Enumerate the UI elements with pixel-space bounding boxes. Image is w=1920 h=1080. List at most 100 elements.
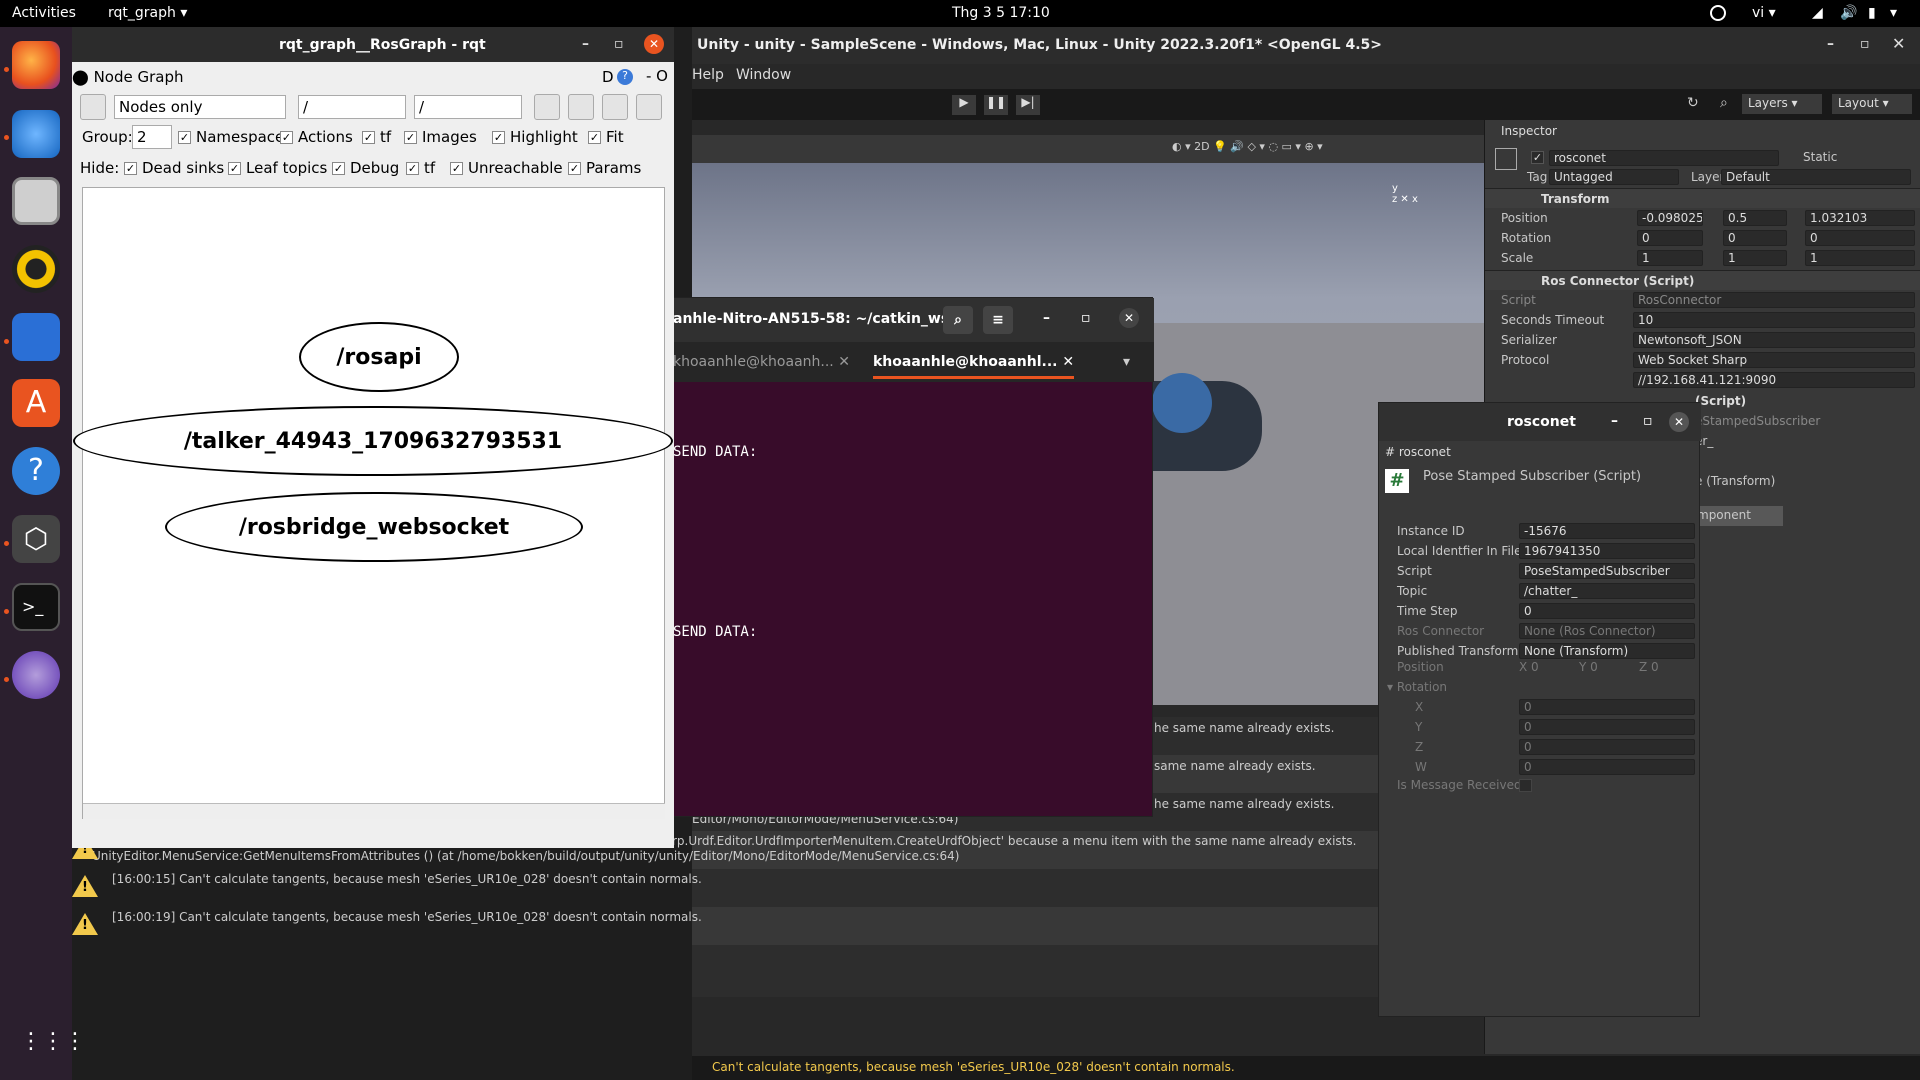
save-image-button[interactable] (636, 94, 662, 120)
option-checkbox[interactable]: ✓ (404, 131, 417, 144)
rotation-x[interactable]: 0 (1519, 699, 1695, 715)
graph-node[interactable]: /rosapi (299, 322, 459, 392)
scale-z[interactable]: 1 (1805, 250, 1915, 266)
step-button[interactable]: ▶| (1016, 95, 1040, 115)
rhythmbox-icon[interactable] (12, 245, 60, 293)
field-value[interactable]: PoseStampedSubscriber (1519, 563, 1695, 579)
hide-checkbox[interactable]: ✓ (228, 162, 241, 175)
position-y[interactable]: 0.5 (1723, 210, 1787, 226)
load-dot-button[interactable] (534, 94, 560, 120)
rotation-z[interactable]: 0 (1805, 230, 1915, 246)
scale-x[interactable]: 1 (1637, 250, 1703, 266)
close-button[interactable]: ✕ (1669, 412, 1689, 432)
maximize-button[interactable]: ▫ (1643, 413, 1653, 429)
serializer-dropdown[interactable]: Newtonsoft_JSON (1633, 332, 1915, 348)
terminal-icon[interactable]: >_ (12, 583, 60, 631)
graph-node[interactable]: /rosbridge_websocket (165, 492, 583, 562)
node-filter-input[interactable]: / (298, 95, 406, 119)
clock[interactable]: Thg 3 5 17:10 (952, 5, 1050, 21)
field-value[interactable]: 1967941350 (1519, 543, 1695, 559)
rotation-y[interactable]: 0 (1723, 230, 1787, 246)
save-dot-button[interactable] (568, 94, 594, 120)
horizontal-scrollbar[interactable] (83, 803, 665, 819)
server-url-field[interactable]: //192.168.41.121:9090 (1633, 372, 1915, 388)
accessibility-icon[interactable] (1710, 5, 1726, 21)
option-checkbox[interactable]: ✓ (492, 131, 505, 144)
rotation-z[interactable]: 0 (1519, 739, 1695, 755)
system-menu-icon[interactable]: ▾ (1890, 5, 1897, 21)
scene-gizmo-buttons[interactable]: ◐ ▾ 2D 💡 🔊 ◇ ▾ ◌ ▭ ▾ ⊕ ▾ (1172, 140, 1412, 158)
history-icon[interactable]: ↻ (1687, 95, 1699, 111)
maximize-button[interactable]: ▫ (1860, 36, 1870, 52)
dock-button[interactable]: D (602, 68, 614, 86)
app-grid-icon[interactable]: ⋮⋮⋮ (20, 1029, 86, 1061)
help-icon[interactable]: ? (12, 447, 60, 495)
help-icon[interactable]: ? (617, 69, 633, 85)
inspector-tab[interactable]: Inspector (1501, 124, 1557, 138)
maximize-button[interactable]: ▫ (1081, 310, 1091, 326)
hide-checkbox[interactable]: ✓ (406, 162, 419, 175)
status-message[interactable]: Can't calculate tangents, because mesh '… (712, 1060, 1235, 1074)
maximize-button[interactable]: ▫ (614, 36, 624, 52)
menu-icon[interactable]: ≡ (983, 306, 1013, 334)
minimize-button[interactable]: – (1043, 310, 1050, 326)
ros-connector-header[interactable]: Ros Connector (Script) (1485, 270, 1920, 290)
hide-checkbox[interactable]: ✓ (124, 162, 137, 175)
hide-checkbox[interactable]: ✓ (450, 162, 463, 175)
option-checkbox[interactable]: ✓ (588, 131, 601, 144)
transform-header[interactable]: Transform (1485, 188, 1920, 208)
protocol-dropdown[interactable]: Web Socket Sharp (1633, 352, 1915, 368)
option-checkbox[interactable]: ✓ (280, 131, 293, 144)
position-z[interactable]: 1.032103 (1805, 210, 1915, 226)
graph-canvas[interactable]: /rosapi /talker_44943_1709632793531 /ros… (73, 187, 673, 819)
unity-icon[interactable]: ⬡ (12, 515, 60, 563)
layout-dropdown[interactable]: Layout ▾ (1832, 94, 1912, 114)
message-received-checkbox[interactable] (1519, 779, 1532, 792)
hide-checkbox[interactable]: ✓ (332, 162, 345, 175)
rotation-x[interactable]: 0 (1637, 230, 1703, 246)
firefox-icon[interactable] (12, 41, 60, 89)
field-value[interactable]: None (Ros Connector) (1519, 623, 1695, 639)
plugin-close-button[interactable]: - O (646, 67, 668, 85)
position-x[interactable]: -0.098025 (1637, 210, 1703, 226)
scale-y[interactable]: 1 (1723, 250, 1787, 266)
input-language[interactable]: vi ▾ (1752, 5, 1776, 21)
object-name-field[interactable]: rosconet (1549, 150, 1779, 166)
activities-button[interactable]: Activities (12, 5, 76, 21)
rotation-y[interactable]: 0 (1519, 719, 1695, 735)
rotation-w[interactable]: 0 (1519, 759, 1695, 775)
topic-filter-input[interactable]: / (414, 95, 522, 119)
option-checkbox[interactable]: ✓ (178, 131, 191, 144)
refresh-button[interactable] (80, 94, 106, 120)
close-button[interactable]: ✕ (1119, 308, 1139, 328)
hide-checkbox[interactable]: ✓ (568, 162, 581, 175)
search-icon[interactable]: ⌕ (1720, 95, 1728, 111)
active-checkbox[interactable]: ✓ (1531, 151, 1544, 164)
software-icon[interactable]: A (12, 379, 60, 427)
close-button[interactable]: ✕ (1892, 34, 1905, 53)
position-z[interactable]: Z 0 (1639, 660, 1659, 674)
close-button[interactable]: ✕ (644, 34, 664, 54)
play-button[interactable]: ▶ (952, 95, 976, 115)
files-icon[interactable] (12, 177, 60, 225)
add-component-button[interactable]: mponent (1695, 506, 1783, 526)
group-spinbox[interactable]: 2 (132, 125, 172, 149)
field-value[interactable]: /chatter_ (1519, 583, 1695, 599)
script-field[interactable]: RosConnector (1633, 292, 1915, 308)
battery-icon[interactable]: ▮ (1868, 5, 1876, 21)
terminal-tab-1[interactable]: khoaanhle@khoaanh... ✕ (673, 354, 850, 370)
wifi-icon[interactable]: ◢ (1812, 5, 1823, 21)
save-svg-button[interactable] (602, 94, 628, 120)
app-menu[interactable]: rqt_graph ▾ (108, 5, 187, 21)
layers-dropdown[interactable]: Layers ▾ (1742, 94, 1822, 114)
terminal-tab-2[interactable]: khoaanhle@khoaanhl... ✕ (873, 354, 1075, 379)
menu-window[interactable]: Window (736, 67, 791, 83)
volume-icon[interactable]: 🔊 (1840, 5, 1857, 21)
console-entry[interactable]: [16:00:19] Can't calculate tangents, bec… (72, 907, 1486, 945)
thunderbird-icon[interactable] (12, 110, 60, 158)
position-y[interactable]: Y 0 (1579, 660, 1598, 674)
tag-dropdown[interactable]: Untagged (1549, 169, 1679, 185)
console-entry[interactable]: rp.Urdf.Editor.UrdfImporterMenuItem.Crea… (72, 831, 1486, 869)
rosconet-tab[interactable]: # rosconet (1385, 445, 1451, 459)
writer-icon[interactable] (12, 313, 60, 361)
